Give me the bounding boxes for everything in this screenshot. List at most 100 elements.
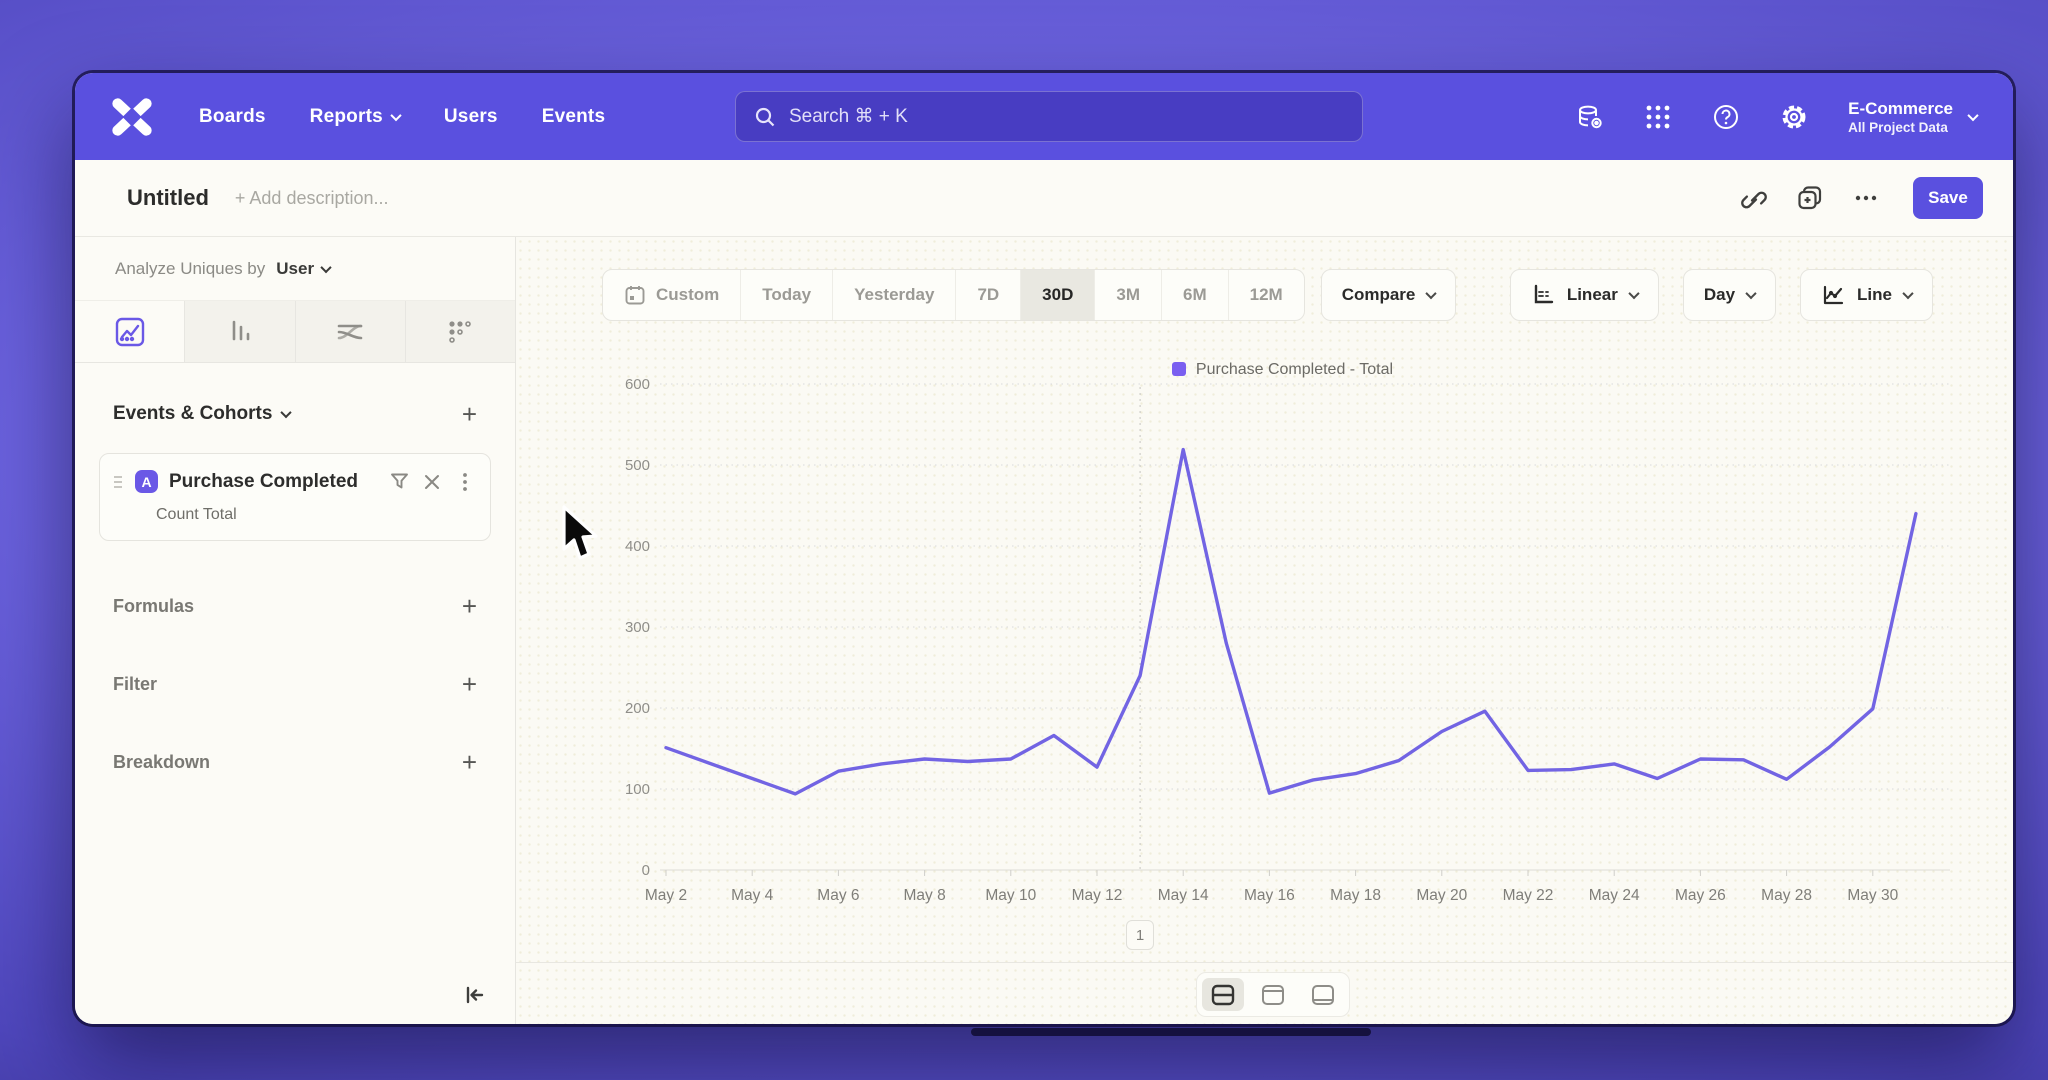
chevron-down-icon	[320, 261, 331, 272]
annotation-marker[interactable]: 1	[1126, 920, 1154, 950]
svg-text:May 22: May 22	[1503, 887, 1554, 904]
layout-split-horizontal-icon[interactable]	[1202, 978, 1244, 1011]
line-chart[interactable]: 0100200300400500600May 2May 4May 6May 8M…	[600, 377, 1965, 922]
collapse-sidebar-icon[interactable]	[459, 980, 489, 1010]
svg-text:0: 0	[642, 862, 650, 879]
svg-text:May 4: May 4	[731, 887, 774, 904]
tab-flows[interactable]	[296, 301, 406, 362]
scale-button[interactable]: Linear	[1510, 269, 1659, 321]
nav-item-boards[interactable]: Boards	[199, 106, 266, 128]
svg-text:May 10: May 10	[985, 887, 1036, 904]
tab-insights[interactable]	[75, 301, 185, 362]
line-chart-icon	[1821, 283, 1845, 307]
chevron-down-icon	[390, 109, 401, 120]
svg-text:May 20: May 20	[1416, 887, 1467, 904]
event-kebab-icon[interactable]	[454, 472, 476, 492]
search-icon	[754, 106, 776, 128]
event-metric[interactable]: Count Total	[156, 506, 476, 524]
analyze-value: User	[276, 259, 314, 279]
help-icon[interactable]	[1712, 103, 1740, 131]
analyze-uniques-row[interactable]: Analyze Uniques by User	[75, 237, 515, 300]
svg-text:100: 100	[625, 781, 650, 798]
legend-label: Purchase Completed - Total	[1196, 361, 1393, 378]
add-breakdown-button[interactable]: +	[462, 749, 477, 775]
report-title[interactable]: Untitled	[127, 185, 209, 211]
event-card[interactable]: A Purchase Completed	[99, 453, 491, 541]
interval-button[interactable]: Day	[1683, 269, 1776, 321]
svg-text:May 16: May 16	[1244, 887, 1295, 904]
project-switcher[interactable]: E-Commerce All Project Data	[1848, 98, 1977, 134]
data-management-icon[interactable]	[1576, 103, 1604, 131]
chevron-down-icon	[281, 407, 292, 418]
svg-text:May 2: May 2	[645, 887, 687, 904]
app-window: Boards Reports Users Events Search ⌘ + K	[75, 73, 2013, 1024]
tab-funnels[interactable]	[185, 301, 295, 362]
compare-button[interactable]: Compare	[1321, 269, 1457, 321]
date-range-30d[interactable]: 30D	[1021, 270, 1095, 320]
chart-type-button[interactable]: Line	[1800, 269, 1933, 321]
svg-text:300: 300	[625, 619, 650, 636]
svg-text:600: 600	[625, 377, 650, 393]
add-filter-button[interactable]: +	[462, 671, 477, 697]
event-letter-badge: A	[135, 470, 158, 493]
sidebar-section-breakdown: Breakdown+	[113, 749, 477, 775]
nav-item-events[interactable]: Events	[542, 106, 606, 128]
bottom-divider	[516, 962, 2013, 963]
events-cohorts-header[interactable]: Events & Cohorts +	[113, 401, 477, 427]
nav-item-users[interactable]: Users	[444, 106, 498, 128]
date-range-custom[interactable]: Custom	[603, 270, 741, 320]
layout-bottom-bar-icon[interactable]	[1302, 978, 1344, 1011]
layout-top-bar-icon[interactable]	[1252, 978, 1294, 1011]
date-range-6m[interactable]: 6M	[1162, 270, 1229, 320]
chevron-down-icon	[1967, 109, 1978, 120]
project-scope: All Project Data	[1848, 120, 1953, 135]
svg-text:May 12: May 12	[1072, 887, 1123, 904]
settings-gear-icon[interactable]	[1780, 103, 1808, 131]
layout-toggle-group	[1196, 972, 1350, 1017]
add-formulas-button[interactable]: +	[462, 593, 477, 619]
date-range-control: CustomTodayYesterday7D30D3M6M12M	[602, 269, 1305, 321]
search-placeholder: Search ⌘ + K	[789, 105, 908, 128]
svg-text:May 14: May 14	[1158, 887, 1209, 904]
svg-text:May 24: May 24	[1589, 887, 1640, 904]
analyze-label: Analyze Uniques by	[115, 259, 265, 279]
drag-handle-icon[interactable]	[112, 474, 124, 490]
page-scroll-bar[interactable]	[971, 1028, 1371, 1036]
tab-retention[interactable]	[406, 301, 515, 362]
duplicate-icon[interactable]	[1797, 185, 1823, 211]
sidebar-section-formulas: Formulas+	[113, 593, 477, 619]
remove-event-icon[interactable]	[421, 473, 443, 491]
apps-grid-icon[interactable]	[1644, 103, 1672, 131]
date-range-yesterday[interactable]: Yesterday	[833, 270, 956, 320]
svg-text:May 6: May 6	[817, 887, 859, 904]
search-input[interactable]: Search ⌘ + K	[735, 91, 1363, 142]
nav-item-reports[interactable]: Reports	[310, 106, 400, 128]
project-name: E-Commerce	[1848, 98, 1953, 119]
date-range-today[interactable]: Today	[741, 270, 833, 320]
svg-text:May 28: May 28	[1761, 887, 1812, 904]
legend-swatch	[1172, 362, 1186, 376]
svg-text:500: 500	[625, 457, 650, 474]
svg-text:400: 400	[625, 538, 650, 555]
mixpanel-logo-icon[interactable]	[109, 97, 155, 137]
svg-text:May 26: May 26	[1675, 887, 1726, 904]
chart-panel: CustomTodayYesterday7D30D3M6M12M Compare…	[516, 237, 2013, 1024]
svg-text:May 18: May 18	[1330, 887, 1381, 904]
more-options-icon[interactable]	[1853, 185, 1879, 211]
add-event-button[interactable]: +	[462, 401, 477, 427]
report-titlebar: Untitled + Add description...	[75, 160, 2013, 237]
query-builder-sidebar: Analyze Uniques by User	[75, 237, 516, 1024]
date-range-7d[interactable]: 7D	[956, 270, 1021, 320]
calendar-icon	[624, 284, 646, 306]
sidebar-sections: Formulas+ Filter+ Breakdown+	[75, 593, 515, 775]
copy-link-icon[interactable]	[1741, 185, 1767, 211]
report-type-tabs	[75, 300, 515, 363]
date-range-12m[interactable]: 12M	[1229, 270, 1304, 320]
top-nav: Boards Reports Users Events Search ⌘ + K	[75, 73, 2013, 160]
add-description[interactable]: + Add description...	[235, 188, 389, 209]
date-range-3m[interactable]: 3M	[1095, 270, 1162, 320]
filter-funnel-icon[interactable]	[388, 471, 410, 492]
event-name[interactable]: Purchase Completed	[169, 471, 377, 493]
save-button[interactable]: Save	[1913, 177, 1983, 219]
sidebar-section-filter: Filter+	[113, 671, 477, 697]
